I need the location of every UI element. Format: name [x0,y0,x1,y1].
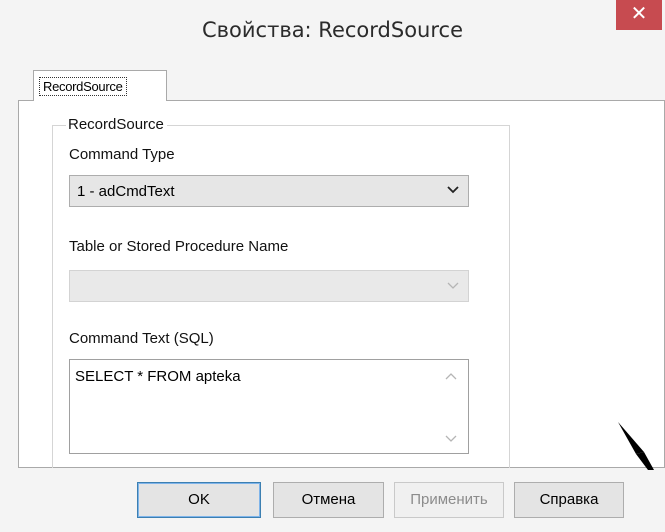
close-button[interactable]: ✕ [616,0,662,30]
close-icon: ✕ [630,3,648,25]
chevron-down-icon [447,186,459,194]
command-text-value: SELECT * FROM apteka [75,368,241,385]
apply-button[interactable]: Применить [394,482,504,518]
scroll-up-arrow-icon[interactable] [444,370,458,382]
command-text-field[interactable]: SELECT * FROM apteka [69,359,469,454]
watermark-corner-mark [618,422,654,470]
tab-recordsource[interactable]: RecordSource [33,70,167,101]
cancel-button[interactable]: Отмена [273,482,384,518]
chevron-down-icon [447,282,459,289]
properties-dialog: Свойства: RecordSource ✕ RecordSource Re… [0,0,665,532]
help-button[interactable]: Справка [514,482,624,518]
window-title: Свойства: RecordSource [202,18,463,42]
command-text-label: Command Text (SQL) [69,330,214,347]
tab-label: RecordSource [39,77,127,96]
scroll-down-arrow-icon[interactable] [444,433,458,445]
command-type-select[interactable]: 1 - adCmdText [69,175,469,207]
table-name-select[interactable] [69,270,469,302]
command-type-label: Command Type [69,146,175,163]
command-type-value: 1 - adCmdText [77,183,175,200]
table-name-label: Table or Stored Procedure Name [69,238,289,255]
groupbox-legend: RecordSource [66,116,167,133]
title-bar[interactable]: Свойства: RecordSource ✕ [0,0,665,64]
ok-button[interactable]: OK [137,482,261,518]
